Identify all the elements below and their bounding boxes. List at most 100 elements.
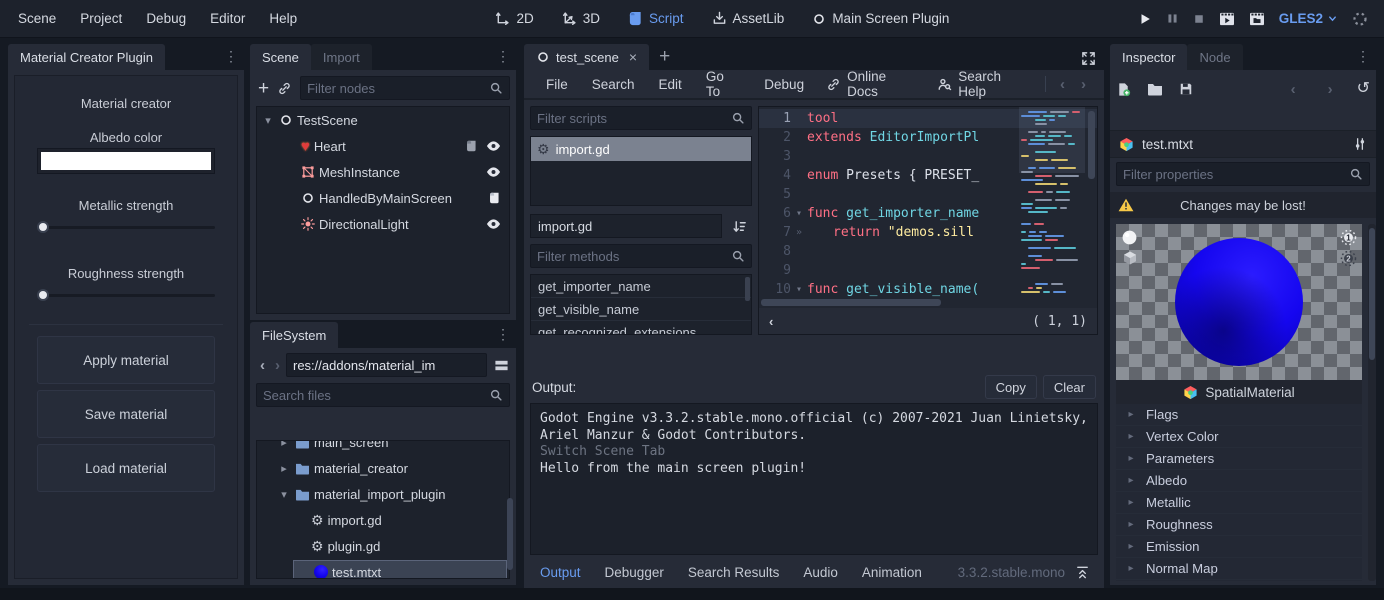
menu-debug[interactable]: Debug <box>136 7 196 30</box>
dock-menu-icon[interactable]: ⋮ <box>1356 48 1370 65</box>
fold-icon[interactable]: ▾ <box>791 208 807 219</box>
tree-chevron[interactable]: ▸ <box>277 462 291 475</box>
script-history-forward[interactable]: › <box>1073 76 1094 93</box>
collapse-bottom-panel-icon[interactable] <box>1065 565 1100 580</box>
scene-node-directionallight[interactable]: DirectionalLight <box>257 211 509 237</box>
filter-nodes-field[interactable] <box>307 81 483 96</box>
script-item-import-gd[interactable]: ⚙import.gd <box>531 137 751 161</box>
preview-sphere-toggle[interactable] <box>1121 229 1138 246</box>
property-group-metallic[interactable]: ▸ Metallic <box>1116 492 1362 514</box>
preview-light1-toggle[interactable]: 1 <box>1340 229 1357 246</box>
tree-chevron[interactable]: ▾ <box>277 488 291 501</box>
file-material-creator[interactable]: ▸material_creator <box>257 455 509 481</box>
script-history-back[interactable]: ‹ <box>1052 76 1073 93</box>
pause-button[interactable] <box>1166 12 1179 25</box>
stop-button[interactable] <box>1193 13 1205 25</box>
history-forward-button[interactable]: › <box>1320 81 1341 98</box>
script-menu-edit[interactable]: Edit <box>647 73 694 96</box>
scene-node-meshinstance[interactable]: MeshInstance <box>257 159 509 185</box>
eye-icon[interactable] <box>486 140 501 152</box>
filter-nodes-input[interactable] <box>300 76 510 100</box>
save-resource-button[interactable] <box>1179 82 1193 96</box>
play-scene-button[interactable] <box>1219 12 1235 26</box>
scene-node-heart[interactable]: ♥Heart <box>257 133 509 159</box>
nav-back-button[interactable]: ‹ <box>256 357 269 374</box>
path-bar[interactable] <box>286 353 487 377</box>
filter-properties-field[interactable] <box>1123 167 1343 182</box>
sort-methods-button[interactable] <box>726 214 752 238</box>
nav-forward-button[interactable]: › <box>271 357 284 374</box>
renderer-dropdown[interactable]: GLES2 <box>1279 11 1338 26</box>
tree-chevron[interactable]: ▾ <box>261 114 275 127</box>
scene-node-testscene[interactable]: ▾ TestScene <box>257 107 509 133</box>
workspace-tab-3d[interactable]: 3D <box>552 7 610 30</box>
code-minimap[interactable] <box>1019 107 1085 298</box>
script-gray-icon[interactable] <box>465 139 478 153</box>
play-button[interactable] <box>1138 12 1152 26</box>
filter-methods-field[interactable] <box>537 249 725 264</box>
script-menu-debug[interactable]: Debug <box>752 73 816 96</box>
file-test-mtxt[interactable]: test.mtxt <box>257 559 509 579</box>
bottom-tab-debugger[interactable]: Debugger <box>593 561 676 584</box>
scene-tab-test-scene[interactable]: test_scene × <box>524 44 649 70</box>
bottom-tab-animation[interactable]: Animation <box>850 561 934 584</box>
roughness-strength-slider[interactable] <box>37 288 215 302</box>
workspace-tab-assetlib[interactable]: AssetLib <box>702 7 795 30</box>
preview-cube-toggle[interactable] <box>1121 250 1138 266</box>
metallic-strength-slider[interactable] <box>37 220 215 234</box>
tab-node[interactable]: Node <box>1187 44 1242 70</box>
script-menu-go-to[interactable]: Go To <box>694 65 752 103</box>
tab-filesystem[interactable]: FileSystem <box>250 322 338 348</box>
eye-icon[interactable] <box>486 166 501 178</box>
changes-warning[interactable]: Changes may be lost! <box>1110 192 1376 218</box>
instance-scene-button[interactable] <box>277 81 292 96</box>
file-main-screen[interactable]: ▸main_screen <box>257 440 509 455</box>
code-hscrollbar[interactable] <box>761 299 1007 306</box>
output-console[interactable]: Godot Engine v3.3.2.stable.mono.official… <box>530 403 1098 555</box>
new-tab-button[interactable]: + <box>649 46 680 70</box>
workspace-tab-main-screen-plugin[interactable]: Main Screen Plugin <box>802 7 959 30</box>
file-import-gd[interactable]: ⚙import.gd <box>257 507 509 533</box>
dock-menu-icon[interactable]: ⋮ <box>224 48 238 65</box>
history-back-button[interactable]: ‹ <box>1283 81 1304 98</box>
property-group-rim[interactable]: ▸ Rim <box>1116 580 1362 581</box>
preview-light2-toggle[interactable]: 2 <box>1340 250 1357 267</box>
search-help-button[interactable]: Search Help <box>927 69 1039 99</box>
property-group-parameters[interactable]: ▸ Parameters <box>1116 448 1362 470</box>
copy-button[interactable]: Copy <box>985 375 1037 399</box>
workspace-tab-script[interactable]: Script <box>618 7 694 30</box>
menu-project[interactable]: Project <box>70 7 132 30</box>
property-group-vertex-color[interactable]: ▸ Vertex Color <box>1116 426 1362 448</box>
filesystem-scrollbar[interactable] <box>506 440 514 579</box>
script-menu-file[interactable]: File <box>534 73 580 96</box>
method-get-recognized-extensions[interactable]: get_recognized_extensions <box>531 321 751 335</box>
scene-node-handledbymainscreen[interactable]: HandledByMainScreen <box>257 185 509 211</box>
toggle-split-mode-icon[interactable] <box>493 358 510 373</box>
menu-help[interactable]: Help <box>259 7 307 30</box>
property-group-normal-map[interactable]: ▸ Normal Map <box>1116 558 1362 580</box>
filter-scripts-input[interactable] <box>530 106 752 130</box>
search-files-input[interactable] <box>256 383 510 407</box>
albedo-color-picker[interactable] <box>37 148 215 174</box>
search-files-field[interactable] <box>263 388 483 403</box>
inspector-scrollbar[interactable] <box>1368 224 1376 581</box>
apply-material-button[interactable]: Apply material <box>37 336 215 384</box>
bottom-tab-audio[interactable]: Audio <box>791 561 850 584</box>
filter-scripts-field[interactable] <box>537 111 725 126</box>
load-resource-button[interactable] <box>1147 82 1163 96</box>
menu-editor[interactable]: Editor <box>200 7 255 30</box>
script-white-icon[interactable] <box>488 191 501 205</box>
methods-scrollbar[interactable] <box>745 277 750 301</box>
tab-material-creator-plugin[interactable]: Material Creator Plugin <box>8 44 165 70</box>
online-docs-button[interactable]: Online Docs <box>816 69 927 99</box>
dock-menu-icon[interactable]: ⋮ <box>496 326 510 343</box>
eye-icon[interactable] <box>486 218 501 230</box>
fold-icon[interactable]: ▾ <box>791 284 807 295</box>
method-get-importer-name[interactable]: get_importer_name <box>531 275 751 298</box>
tab-import[interactable]: Import <box>311 44 372 70</box>
bottom-tab-output[interactable]: Output <box>528 561 593 584</box>
new-resource-button[interactable] <box>1116 82 1131 97</box>
history-icon[interactable]: ↺ <box>1357 81 1370 97</box>
method-get-visible-name[interactable]: get_visible_name <box>531 298 751 321</box>
filter-properties-input[interactable] <box>1116 162 1370 186</box>
